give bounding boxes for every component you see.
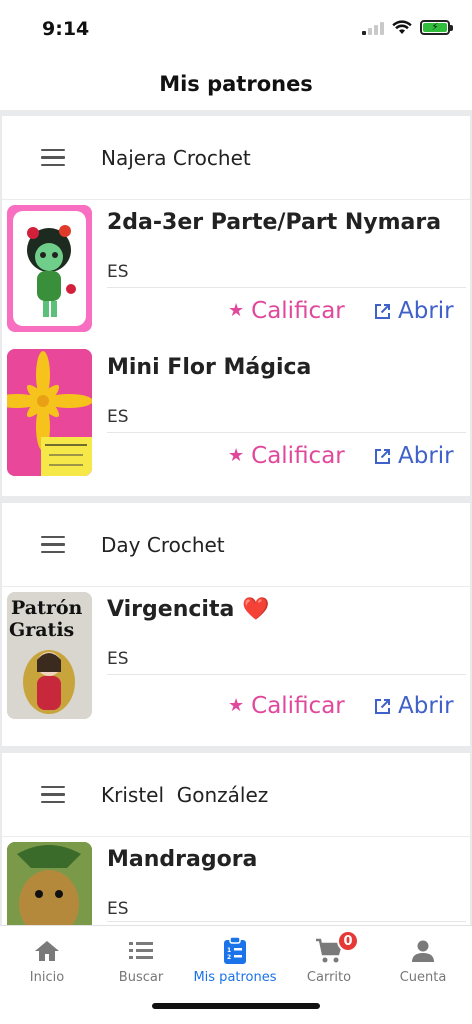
pattern-thumbnail[interactable] <box>7 349 92 476</box>
tab-cuenta[interactable]: Cuenta <box>376 934 470 985</box>
svg-text:Patrón: Patrón <box>11 597 83 619</box>
star-icon: ★ <box>228 445 245 466</box>
tab-label: Carrito <box>306 970 352 985</box>
home-icon <box>35 941 59 961</box>
pattern-thumbnail[interactable]: Patrón Gratis <box>7 592 92 719</box>
divider <box>107 432 466 433</box>
pattern-title[interactable]: 2da-3er Parte/Part Nymara <box>107 210 441 235</box>
open-button[interactable]: Abrir <box>374 298 454 324</box>
hamburger-menu-icon[interactable] <box>41 535 65 554</box>
page-header: Mis patrones <box>0 58 472 110</box>
svg-text:Gratis: Gratis <box>9 619 74 641</box>
status-icons: ⚡ <box>362 20 453 35</box>
page-title: Mis patrones <box>159 72 313 96</box>
wifi-icon <box>392 20 412 34</box>
hamburger-menu-icon[interactable] <box>41 785 65 804</box>
svg-text:1: 1 <box>227 947 231 954</box>
pattern-language: ES <box>107 262 129 282</box>
list-search-icon <box>129 942 153 959</box>
tab-label: Mis patrones <box>193 970 277 985</box>
battery-icon: ⚡ <box>420 20 453 35</box>
rate-button[interactable]: ★ Calificar <box>228 693 345 719</box>
cart-badge: 0 <box>337 930 359 952</box>
star-icon: ★ <box>228 300 245 321</box>
pattern-thumbnail[interactable] <box>7 205 92 332</box>
battery-fill: ⚡ <box>423 22 447 32</box>
status-bar: 9:14 ⚡ <box>0 0 472 58</box>
group-title: Kristel González <box>101 782 269 807</box>
rate-label: Calificar <box>251 443 345 469</box>
external-link-icon <box>375 448 390 464</box>
pattern-group-card: Najera Crochet 2da-3er Parte/Part Nymara… <box>2 116 470 496</box>
patterns-list[interactable]: Najera Crochet 2da-3er Parte/Part Nymara… <box>0 110 472 925</box>
open-button[interactable]: Abrir <box>374 693 454 719</box>
pattern-language: ES <box>107 649 129 669</box>
open-label: Abrir <box>398 693 454 719</box>
tab-carrito[interactable]: 0 Carrito <box>282 930 376 985</box>
home-indicator[interactable] <box>152 1003 320 1009</box>
pattern-title[interactable]: Mini Flor Mágica <box>107 355 311 380</box>
tab-buscar[interactable]: Buscar <box>94 934 188 985</box>
pattern-language: ES <box>107 899 129 919</box>
tab-label: Cuenta <box>399 970 447 985</box>
tab-label: Inicio <box>29 970 65 985</box>
cellular-signal-icon <box>362 21 384 35</box>
rate-button[interactable]: ★ Calificar <box>228 298 345 324</box>
external-link-icon <box>375 698 390 714</box>
pattern-item[interactable]: 2da-3er Parte/Part Nymara ES ★ Calificar… <box>2 200 470 345</box>
open-label: Abrir <box>398 298 454 324</box>
rate-label: Calificar <box>251 298 345 324</box>
tab-inicio[interactable]: Inicio <box>0 934 94 985</box>
star-icon: ★ <box>228 695 245 716</box>
group-header: Kristel González <box>2 753 470 837</box>
group-header: Day Crochet <box>2 503 470 587</box>
bottom-tab-bar: Inicio Buscar 1 2 Mis patrones 0 Carrito… <box>0 925 472 1024</box>
pattern-group-card: Day Crochet Patrón Gratis Virgencita ❤️ … <box>2 503 470 746</box>
pattern-title[interactable]: Mandragora <box>107 847 257 872</box>
svg-text:2: 2 <box>227 954 231 961</box>
rate-label: Calificar <box>251 693 345 719</box>
pattern-title[interactable]: Virgencita ❤️ <box>107 597 269 622</box>
pattern-language: ES <box>107 407 129 427</box>
clipboard-list-icon: 1 2 <box>224 937 246 964</box>
pattern-item[interactable]: Mini Flor Mágica ES ★ Calificar Abrir <box>2 345 470 490</box>
open-button[interactable]: Abrir <box>374 443 454 469</box>
pattern-item[interactable]: Mandragora ES <box>2 837 470 925</box>
group-title: Najera Crochet <box>101 145 251 170</box>
rate-button[interactable]: ★ Calificar <box>228 443 345 469</box>
account-icon <box>412 940 434 962</box>
hamburger-menu-icon[interactable] <box>41 148 65 167</box>
open-label: Abrir <box>398 443 454 469</box>
pattern-thumbnail[interactable] <box>7 842 92 925</box>
group-title: Day Crochet <box>101 532 225 557</box>
pattern-item[interactable]: Patrón Gratis Virgencita ❤️ ES ★ Calific… <box>2 587 470 732</box>
divider <box>107 287 466 288</box>
group-header: Najera Crochet <box>2 116 470 200</box>
tab-mis-patrones[interactable]: 1 2 Mis patrones <box>188 934 282 985</box>
divider <box>107 674 466 675</box>
tab-label: Buscar <box>118 970 164 985</box>
pattern-group-card: Kristel González Mandragora ES <box>2 753 470 925</box>
external-link-icon <box>375 303 390 319</box>
divider <box>107 921 466 922</box>
status-time: 9:14 <box>42 18 90 40</box>
